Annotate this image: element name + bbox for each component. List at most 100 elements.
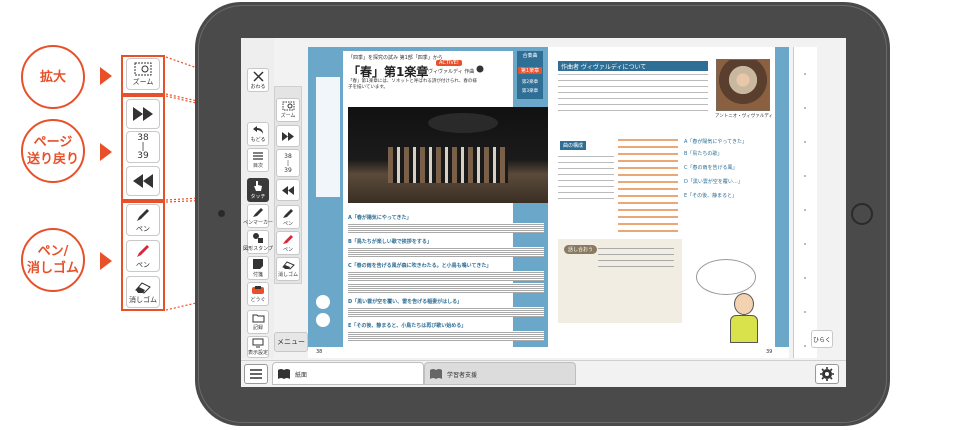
movement-box-item-3: 第3楽章	[521, 89, 539, 94]
fast-rewind-icon	[281, 185, 294, 195]
staff-b	[348, 247, 544, 257]
rewind-legend-button	[126, 166, 160, 196]
eraser-label: 消しゴム	[277, 272, 298, 278]
fast-forward-icon	[281, 131, 294, 141]
zoom-arrow-icon	[100, 67, 112, 85]
tab-paper-label: 紙面	[295, 372, 308, 379]
about-text-block	[558, 71, 708, 113]
audio-icon[interactable]	[476, 65, 484, 73]
touch-button[interactable]: タッチ	[247, 178, 269, 202]
structure-heading: 曲の構成	[560, 141, 587, 150]
page-forward-button[interactable]	[276, 125, 300, 147]
page-back-button[interactable]	[276, 179, 300, 201]
page-nav-callout-line2: 送り戻り	[26, 152, 79, 167]
shapes-icon	[253, 233, 263, 243]
legend-page-total: 39	[137, 150, 149, 161]
record-button[interactable]: 記録	[247, 310, 269, 334]
pen-marker-button[interactable]: ペンマーカー	[243, 204, 273, 228]
left-page-number: 38	[316, 349, 323, 355]
right-index-strip	[793, 47, 817, 358]
red-pen-legend-label: ペン	[136, 260, 150, 269]
forward-legend-button	[126, 99, 160, 129]
page-number-display: 38 | 39	[276, 149, 300, 177]
eraser-icon	[135, 281, 151, 294]
fast-rewind-icon	[133, 174, 153, 188]
back-button[interactable]: もどる	[247, 122, 269, 146]
zoom-legend-button: ズーム	[126, 58, 160, 90]
pen-callout-line2: 消しゴム	[26, 261, 79, 276]
toc-button[interactable]: 目次	[247, 148, 269, 172]
page-nav-arrow-icon	[100, 143, 112, 161]
red-pen-icon	[283, 235, 293, 244]
zoom-button[interactable]: ズーム	[276, 98, 300, 122]
right-page-number: 39	[766, 349, 773, 355]
left-vertical-text	[316, 77, 340, 197]
speech-bubble	[696, 259, 756, 295]
fast-forward-icon	[133, 107, 153, 121]
settings-button[interactable]	[815, 364, 839, 384]
sticky-button[interactable]: 付箋	[247, 256, 269, 280]
structure-row-b: B「鳥たちの歌」	[684, 151, 723, 157]
teacher-character	[726, 293, 762, 343]
left-side-circle-1	[316, 295, 330, 309]
zoom-legend-label: ズーム	[132, 77, 154, 86]
stamp-button[interactable]: 図形スタンプ	[243, 230, 273, 254]
staff-e	[348, 331, 544, 341]
orchestra-photo	[348, 107, 548, 203]
sticky-label: 付箋	[252, 272, 263, 278]
structure-text	[558, 153, 614, 199]
zoom-icon	[282, 101, 294, 111]
pen-icon	[137, 208, 149, 221]
page-nav-callout: ページ 送り戻り	[21, 119, 85, 183]
pen-button[interactable]: ペン	[276, 205, 300, 229]
tools-label: どうぐ	[250, 297, 266, 303]
discussion-box: 話し合おう	[558, 239, 682, 323]
pen-legend-label: ペン	[136, 224, 150, 233]
menu-button[interactable]: メニュー	[274, 332, 308, 352]
tools-button[interactable]: どうぐ	[247, 282, 269, 306]
vivaldi-portrait	[716, 59, 770, 111]
staff-a	[348, 223, 544, 233]
red-pen-icon	[137, 244, 149, 257]
home-button[interactable]	[851, 203, 873, 225]
book-icon	[430, 369, 442, 379]
portrait-caption: アントニオ・ヴィヴァルディ	[714, 114, 773, 119]
staff-c2	[348, 283, 544, 293]
close-icon	[252, 70, 264, 82]
page-number-legend: 38 | 39	[126, 131, 160, 163]
display-settings-button[interactable]: 表示設定	[247, 336, 269, 358]
pen-callout: ペン/ 消しゴム	[21, 228, 85, 292]
pen-label: ペン	[282, 221, 293, 227]
structure-row-a: A「春が陽気にやってきた」	[684, 139, 748, 145]
open-button[interactable]: ひらく	[811, 330, 833, 348]
eraser-button[interactable]: 消しゴム	[276, 257, 300, 281]
score-section-d: D「黒い雲が空を覆い、雷を告げる稲妻がはしる」	[348, 299, 463, 305]
close-button[interactable]: おわる	[247, 68, 269, 92]
tab-learner-support[interactable]: 学習者支援	[424, 362, 576, 385]
structure-row-e: E「その後、静まると」	[684, 193, 738, 199]
structure-table: A「春が陽気にやってきた」 B「鳥たちの歌」 C「春の雨を告げる風」 D「黒い雲…	[614, 137, 774, 237]
menu-label: メニュー	[277, 338, 305, 346]
tab-paper[interactable]: 紙面	[272, 362, 424, 385]
marker-icon	[253, 208, 263, 217]
red-pen-button[interactable]: ペン	[276, 231, 300, 255]
folder-icon	[252, 314, 264, 323]
right-page-blue-strip	[775, 47, 789, 347]
textbook-page-right: 作曲者 ヴィヴァルディについて アントニオ・ヴィヴァルディ 曲の構成 A「春が陽…	[548, 47, 789, 358]
score-section-b: B「鳥たちが楽しい歌で挨拶をする」	[348, 239, 432, 245]
book-icon	[278, 369, 290, 379]
left-side-circle-2	[316, 313, 330, 327]
score-section-a: A「春が陽気にやってきた」	[348, 215, 412, 221]
tools-icon	[252, 286, 264, 294]
pen-arrow-icon	[100, 252, 112, 270]
staff-c	[348, 271, 544, 281]
left-page-intro: 「春」第1楽章には、ソネットと呼ばれる詩が付けられ、春の様子を描いています。	[348, 79, 477, 90]
red-pen-legend-button: ペン	[126, 240, 160, 272]
open-label: ひらく	[812, 336, 831, 344]
pen-legend-button: ペン	[126, 204, 160, 236]
page-total: 39	[284, 166, 292, 174]
hamburger-button[interactable]	[244, 364, 268, 384]
tab-learner-support-label: 学習者支援	[447, 372, 478, 379]
score-section-c: C「春の雨を告げる風が森に吹きわたる。と小鳥も鳴いてきた」	[348, 263, 492, 269]
touch-label: タッチ	[250, 194, 266, 200]
